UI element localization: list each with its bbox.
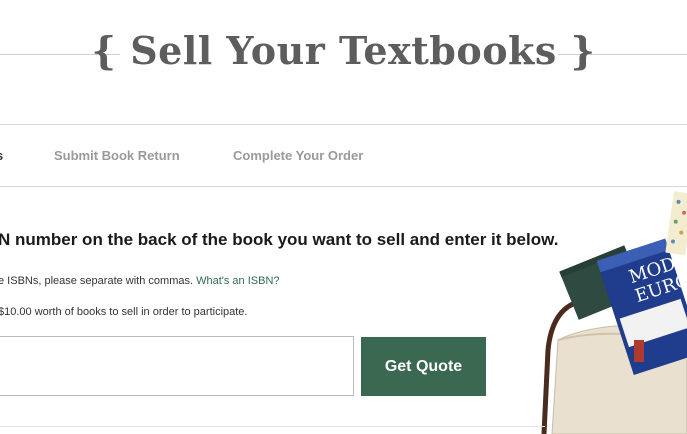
patterned-book [665,191,687,256]
minimum-value-note: $10.00 worth of books to sell in order t… [0,306,248,318]
multiple-isbn-text: e ISBNs, please separate with commas. [0,275,194,287]
step-complete-order[interactable]: Complete Your Order [233,148,363,163]
step-enter-isbns[interactable]: s [0,148,3,163]
step-submit-book-return[interactable]: Submit Book Return [54,148,180,163]
page-title: { Sell Your Textbooks } [91,28,596,73]
whats-an-isbn-link[interactable]: What's an ISBN? [196,275,279,287]
book-bag-illustration: MODE EURO [541,191,687,434]
progress-steps: s Submit Book Return Complete Your Order [0,124,687,187]
isbn-input[interactable] [0,336,354,396]
multiple-isbn-note: e ISBNs, please separate with commas. Wh… [0,275,280,287]
red-book-spine [634,340,644,362]
bottom-divider [0,426,545,427]
page-header: { Sell Your Textbooks } [0,0,687,124]
instruction-headline: N number on the back of the book you wan… [0,230,559,249]
get-quote-button[interactable]: Get Quote [361,337,486,396]
